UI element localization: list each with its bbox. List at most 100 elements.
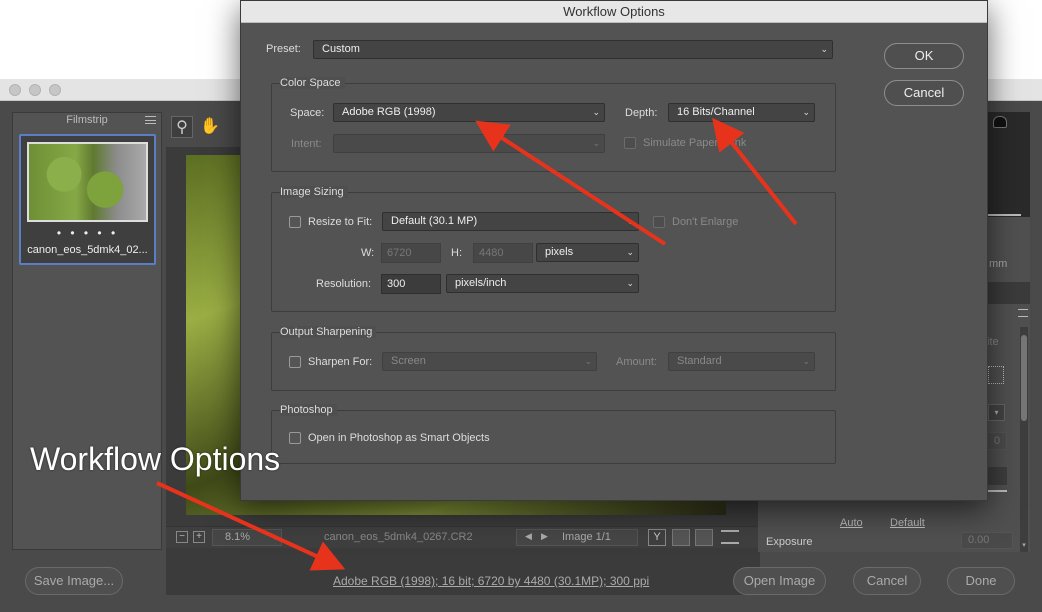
intent-select[interactable]: ⌄ xyxy=(333,134,605,153)
chevron-down-icon: ⌄ xyxy=(592,138,600,148)
save-image-button[interactable]: Save Image... xyxy=(25,567,123,595)
ok-button[interactable]: OK xyxy=(884,43,964,69)
zoom-out-icon[interactable]: − xyxy=(176,531,188,543)
color-space-title: Color Space xyxy=(280,77,345,89)
preview-toolbar: ⚲ ✋ xyxy=(171,116,241,140)
zoom-window-button[interactable] xyxy=(49,84,61,96)
chevron-down-icon: ⌄ xyxy=(802,107,810,117)
space-select[interactable]: Adobe RGB (1998) ⌄ xyxy=(333,103,605,122)
default-link[interactable]: Default xyxy=(890,517,925,529)
resolution-unit-value: pixels/inch xyxy=(455,277,507,289)
resolution-unit-select[interactable]: pixels/inch ⌄ xyxy=(446,274,639,293)
depth-label: Depth: xyxy=(625,107,658,119)
dont-enlarge-checkbox[interactable] xyxy=(653,216,665,228)
dialog-cancel-button[interactable]: Cancel xyxy=(884,80,964,106)
resolution-label: Resolution: xyxy=(316,278,372,290)
histogram xyxy=(987,112,1030,217)
smart-objects-checkbox[interactable] xyxy=(289,432,301,444)
scroll-down-icon[interactable]: ▾ xyxy=(1020,541,1028,551)
zoom-in-icon[interactable]: + xyxy=(193,531,205,543)
workflow-options-link[interactable]: Adobe RGB (1998); 16 bit; 6720 by 4480 (… xyxy=(333,574,649,588)
thumbnail-filename: canon_eos_5dmk4_02... xyxy=(27,244,148,256)
done-button[interactable]: Done xyxy=(947,567,1015,595)
amount-select[interactable]: Standard ⌄ xyxy=(668,352,815,371)
panel-fragment-text: ite xyxy=(987,336,999,348)
slider-track[interactable] xyxy=(987,490,1007,492)
chevron-down-icon: ⌄ xyxy=(820,44,828,54)
filmstrip-panel: Filmstrip • • • • • canon_eos_5dmk4_02..… xyxy=(12,112,162,550)
rating-stars[interactable]: • • • • • xyxy=(21,226,154,240)
color-swatch[interactable] xyxy=(987,467,1007,485)
grid-view-icon[interactable] xyxy=(988,366,1004,384)
image-sizing-title: Image Sizing xyxy=(280,186,348,198)
preset-select[interactable]: Custom ⌄ xyxy=(313,40,833,59)
filmstrip-title: Filmstrip xyxy=(66,114,108,126)
height-label: H: xyxy=(451,247,462,259)
sharpen-for-checkbox[interactable] xyxy=(289,356,301,368)
space-value: Adobe RGB (1998) xyxy=(342,106,436,118)
height-input[interactable]: 4480 xyxy=(473,243,533,263)
color-space-group xyxy=(271,83,836,172)
sharpen-for-select[interactable]: Screen ⌄ xyxy=(382,352,597,371)
panel-tab-strip xyxy=(987,282,1030,304)
thumbnail-image xyxy=(27,142,148,222)
unit-fragment: mm xyxy=(989,258,1008,270)
sharpen-for-value: Screen xyxy=(391,355,426,367)
exposure-value-field[interactable]: 0.00 xyxy=(961,532,1013,549)
annotation-caption: Workflow Options xyxy=(30,441,281,477)
chevron-down-icon: ▾ xyxy=(272,533,277,542)
zoom-tool-icon[interactable]: ⚲ xyxy=(171,116,193,138)
chevron-down-icon: ⌄ xyxy=(802,356,810,366)
histogram-baseline xyxy=(987,214,1021,216)
image-navigator: ◀ ▶ Image 1/1 xyxy=(516,529,638,546)
zoom-level-select[interactable]: 8.1% ▾ xyxy=(212,529,282,546)
preferences-sliders-icon[interactable] xyxy=(721,530,739,544)
before-after-toggle-icon[interactable]: Y xyxy=(648,529,666,546)
image-counter: Image 1/1 xyxy=(562,531,611,543)
workflow-options-dialog: Workflow Options Preset: Custom ⌄ OK Can… xyxy=(240,0,988,501)
size-unit-value: pixels xyxy=(545,246,574,258)
close-window-button[interactable] xyxy=(9,84,21,96)
value-field[interactable]: 0 xyxy=(987,432,1007,450)
chevron-down-icon: ⌄ xyxy=(592,107,600,117)
output-sharpening-title: Output Sharpening xyxy=(280,326,377,338)
preview-filename: canon_eos_5dmk4_0267.CR2 xyxy=(324,531,473,543)
hand-tool-icon[interactable]: ✋ xyxy=(199,116,221,138)
smart-objects-label: Open in Photoshop as Smart Objects xyxy=(308,432,490,444)
resize-to-fit-value: Default (30.1 MP) xyxy=(391,215,478,227)
exposure-label: Exposure xyxy=(766,536,813,548)
swap-settings-icon[interactable] xyxy=(672,529,690,546)
chevron-down-icon: ⌄ xyxy=(584,356,592,366)
simulate-paper-ink-checkbox[interactable] xyxy=(624,137,636,149)
auto-link[interactable]: Auto xyxy=(840,517,863,529)
chevron-down-icon: ⌄ xyxy=(626,216,634,226)
resolution-input[interactable]: 300 xyxy=(381,274,441,294)
resize-to-fit-select[interactable]: Default (30.1 MP) ⌄ xyxy=(382,212,639,231)
amount-value: Standard xyxy=(677,355,722,367)
chevron-down-icon: ⌄ xyxy=(626,247,634,257)
photoshop-title: Photoshop xyxy=(280,404,337,416)
preset-label: Preset: xyxy=(266,43,301,55)
scrollbar-thumb[interactable] xyxy=(1021,335,1027,421)
depth-select[interactable]: 16 Bits/Channel ⌄ xyxy=(668,103,815,122)
amount-label: Amount: xyxy=(616,356,657,368)
next-image-icon[interactable]: ▶ xyxy=(541,531,548,542)
resize-to-fit-checkbox[interactable] xyxy=(289,216,301,228)
panel-scrollbar[interactable]: ▾ xyxy=(1020,327,1028,552)
size-unit-select[interactable]: pixels ⌄ xyxy=(536,243,639,262)
preset-value: Custom xyxy=(322,43,360,55)
hamburger-menu-icon[interactable] xyxy=(145,116,156,124)
minimize-window-button[interactable] xyxy=(29,84,41,96)
previous-image-icon[interactable]: ◀ xyxy=(525,531,532,542)
resize-to-fit-label: Resize to Fit: xyxy=(308,216,373,228)
filmstrip-thumbnail[interactable]: • • • • • canon_eos_5dmk4_02... xyxy=(19,134,156,265)
cancel-button[interactable]: Cancel xyxy=(853,567,921,595)
dropdown-chevron-icon[interactable]: ▾ xyxy=(988,404,1005,421)
panel-menu-icon[interactable] xyxy=(1018,309,1028,317)
open-image-button[interactable]: Open Image xyxy=(733,567,826,595)
copy-settings-icon[interactable] xyxy=(695,529,713,546)
depth-value: 16 Bits/Channel xyxy=(677,106,755,118)
width-input[interactable]: 6720 xyxy=(381,243,441,263)
clipping-warning-icon[interactable] xyxy=(993,116,1007,128)
dont-enlarge-label: Don't Enlarge xyxy=(672,216,739,228)
